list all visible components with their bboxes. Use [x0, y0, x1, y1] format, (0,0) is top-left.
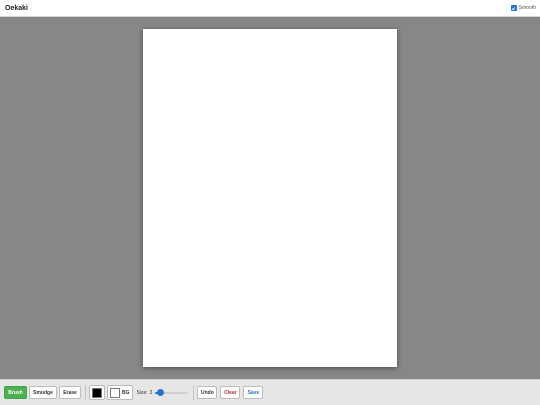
bottom-toolbar: Brush Smudge Erase BG Size: 3 Undo Clear…: [0, 379, 540, 405]
background-color-picker[interactable]: BG: [107, 385, 133, 400]
clear-button[interactable]: Clear: [220, 386, 241, 399]
slider-thumb[interactable]: [156, 388, 164, 396]
toolbar-divider: [193, 385, 195, 400]
app-title: Oekaki: [5, 4, 28, 12]
drawing-canvas[interactable]: [143, 29, 397, 367]
foreground-swatch[interactable]: [92, 387, 102, 398]
size-value: 3: [149, 389, 153, 396]
foreground-color-picker[interactable]: [89, 385, 105, 400]
top-bar: Oekaki Smooth: [0, 0, 540, 17]
save-button[interactable]: Save: [243, 386, 264, 399]
smooth-label: Smooth: [518, 5, 536, 11]
smooth-checkbox[interactable]: [510, 5, 517, 11]
undo-button[interactable]: Undo: [197, 386, 218, 399]
background-swatch[interactable]: [110, 387, 120, 398]
checkmark-icon: [511, 6, 516, 10]
smooth-toggle[interactable]: Smooth: [510, 5, 536, 11]
size-label: Size:: [136, 389, 148, 396]
toolbar-divider: [85, 385, 86, 400]
erase-button[interactable]: Erase: [59, 386, 81, 399]
bg-label: BG: [122, 389, 130, 396]
brush-button[interactable]: Brush: [4, 386, 27, 399]
size-slider[interactable]: [155, 388, 189, 397]
workspace: [0, 17, 540, 379]
smudge-button[interactable]: Smudge: [29, 386, 57, 399]
